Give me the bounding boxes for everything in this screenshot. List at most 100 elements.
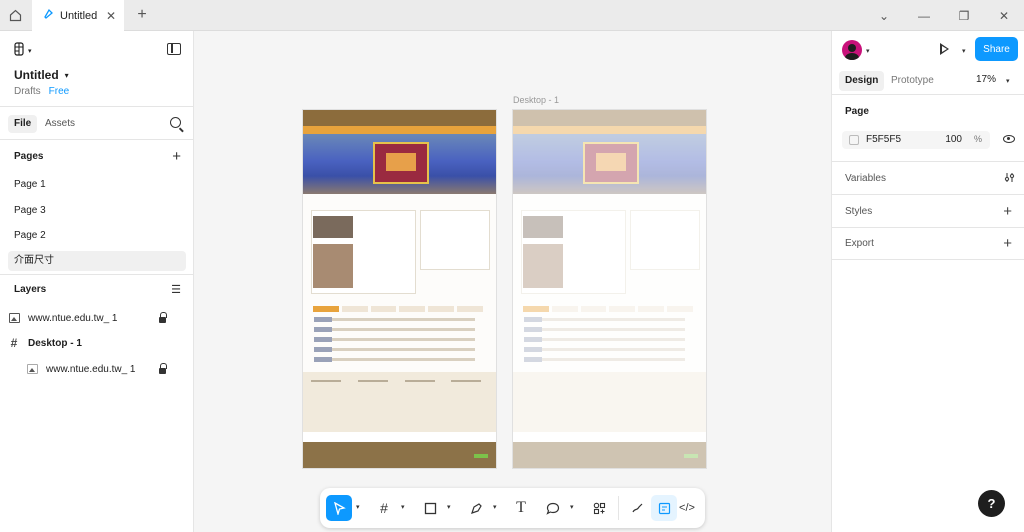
layer-row[interactable]: www.ntue.edu.tw_ 1	[8, 358, 186, 380]
opacity-value[interactable]: 100	[945, 134, 962, 145]
page-item[interactable]: Page 3	[8, 201, 186, 221]
text-icon[interactable]: T	[508, 495, 534, 521]
minimize-icon[interactable]: —	[904, 0, 944, 31]
help-button[interactable]: ?	[978, 490, 1005, 517]
search-icon[interactable]	[170, 117, 181, 128]
mock-header	[303, 110, 496, 126]
actions-icon[interactable]	[586, 495, 612, 521]
frame-label[interactable]: Desktop - 1	[513, 95, 559, 105]
left-panel: ▾ Untitled ▾ Drafts Free File Assets Pag…	[0, 31, 194, 532]
drafts-label[interactable]: Drafts	[14, 86, 41, 97]
mock-news-line	[314, 327, 475, 332]
sidebar-toggle-icon[interactable]	[167, 43, 181, 55]
page-item[interactable]: Page 1	[8, 175, 186, 195]
comment-icon[interactable]	[540, 495, 566, 521]
color-swatch[interactable]	[849, 135, 859, 145]
website-image[interactable]	[303, 110, 496, 468]
new-tab-icon[interactable]: +	[133, 6, 151, 24]
tab-prototype[interactable]: Prototype	[885, 71, 940, 91]
variables-heading[interactable]: Variables	[845, 173, 886, 184]
chevron-down-icon[interactable]: ▾	[866, 47, 870, 55]
divider	[832, 194, 1024, 195]
mock-news-line	[314, 337, 475, 342]
frame-layer-icon: #	[10, 336, 18, 350]
move-icon[interactable]	[326, 495, 352, 521]
page-section-heading: Page	[845, 106, 869, 117]
mock-footer	[303, 372, 496, 432]
chevron-down-icon[interactable]: ▾	[962, 47, 966, 55]
divider	[832, 227, 1024, 228]
desktop-frame[interactable]	[513, 110, 706, 468]
chevron-down-icon[interactable]: ▾	[356, 503, 360, 511]
mock-nav	[303, 126, 496, 134]
image-layer-icon	[8, 312, 20, 324]
canvas[interactable]: Desktop - 1	[194, 31, 831, 532]
close-window-icon[interactable]: ✕	[984, 0, 1024, 31]
frame-icon[interactable]: #	[371, 495, 397, 521]
page-item-active[interactable]: 介面尺寸	[8, 251, 186, 271]
layer-row[interactable]: www.ntue.edu.tw_ 1	[8, 307, 186, 329]
chevron-down-icon: ▾	[28, 47, 32, 55]
share-button[interactable]: Share	[975, 37, 1018, 61]
add-style-icon[interactable]: +	[1003, 204, 1012, 219]
layer-row[interactable]: # Desktop - 1	[8, 332, 186, 354]
export-heading[interactable]: Export	[845, 238, 874, 249]
styles-heading[interactable]: Styles	[845, 206, 872, 217]
layer-label: www.ntue.edu.tw_ 1	[46, 363, 136, 375]
figma-file-icon	[42, 8, 54, 23]
tab-design[interactable]: Design	[839, 71, 885, 91]
collapse-layers-icon[interactable]: ☰	[171, 283, 181, 297]
chevron-down-icon[interactable]: ▾	[447, 503, 451, 511]
percent-label: %	[973, 134, 982, 144]
present-icon[interactable]	[940, 43, 949, 55]
divider	[832, 161, 1024, 162]
lock-icon[interactable]	[159, 311, 167, 323]
bottom-toolbar: ▾ # ▾ ▾ ▾ T ▾ </>	[320, 488, 705, 528]
mock-social-row	[303, 432, 496, 442]
file-name-text: Untitled	[14, 68, 59, 82]
right-panel: ▾ ▾ Share Design Prototype 17% ▾ Page F5…	[831, 31, 1024, 532]
dev-mode-icon[interactable]: </>	[674, 495, 700, 521]
layer-label: www.ntue.edu.tw_ 1	[28, 312, 118, 324]
mock-news-line	[314, 317, 475, 322]
mock-thumbnail	[313, 216, 353, 238]
eye-icon[interactable]	[1003, 135, 1015, 143]
pen-icon[interactable]	[463, 495, 489, 521]
tab-assets[interactable]: Assets	[39, 115, 81, 133]
page-item[interactable]: Page 2	[8, 226, 186, 246]
tab-file[interactable]: File	[8, 115, 38, 133]
chevron-down-icon[interactable]: ▾	[493, 503, 497, 511]
main-menu-button[interactable]: ▾	[14, 42, 32, 59]
variables-icon[interactable]	[1004, 172, 1015, 183]
home-icon[interactable]	[0, 0, 31, 31]
toolbar-divider	[618, 496, 619, 520]
chevron-down-icon[interactable]: ⌄	[864, 0, 904, 31]
mock-thumbnail	[313, 244, 353, 288]
chevron-down-icon[interactable]: ▾	[1006, 77, 1010, 85]
color-hex-value[interactable]: F5F5F5	[866, 134, 901, 145]
chevron-down-icon[interactable]: ▾	[401, 503, 405, 511]
figma-logo-icon	[14, 42, 24, 59]
avatar[interactable]	[842, 40, 862, 60]
layers-heading: Layers	[14, 284, 47, 295]
mock-news-line	[314, 347, 475, 352]
file-name[interactable]: Untitled ▾	[14, 68, 69, 82]
add-export-icon[interactable]: +	[1003, 236, 1012, 251]
left-panel-tabs: File Assets	[0, 108, 193, 140]
lock-icon[interactable]	[159, 362, 167, 374]
file-header: ▾ Untitled ▾ Drafts Free	[0, 31, 193, 107]
plan-badge[interactable]: Free	[49, 86, 70, 97]
zoom-level[interactable]: 17%	[976, 74, 996, 85]
restore-icon[interactable]: ❐	[944, 0, 984, 31]
mock-news-line	[314, 357, 475, 362]
tab-untitled[interactable]: Untitled ✕	[32, 0, 124, 31]
image-layer-icon	[26, 363, 38, 375]
chevron-down-icon[interactable]: ▾	[570, 503, 574, 511]
close-tab-icon[interactable]: ✕	[106, 9, 116, 23]
pages-heading: Pages	[14, 151, 44, 162]
page-color-field[interactable]: F5F5F5 100 %	[842, 131, 990, 149]
draw-mode-icon[interactable]	[624, 495, 650, 521]
rectangle-icon[interactable]	[417, 495, 443, 521]
add-page-icon[interactable]: +	[172, 149, 181, 164]
mock-tabs	[313, 306, 483, 312]
